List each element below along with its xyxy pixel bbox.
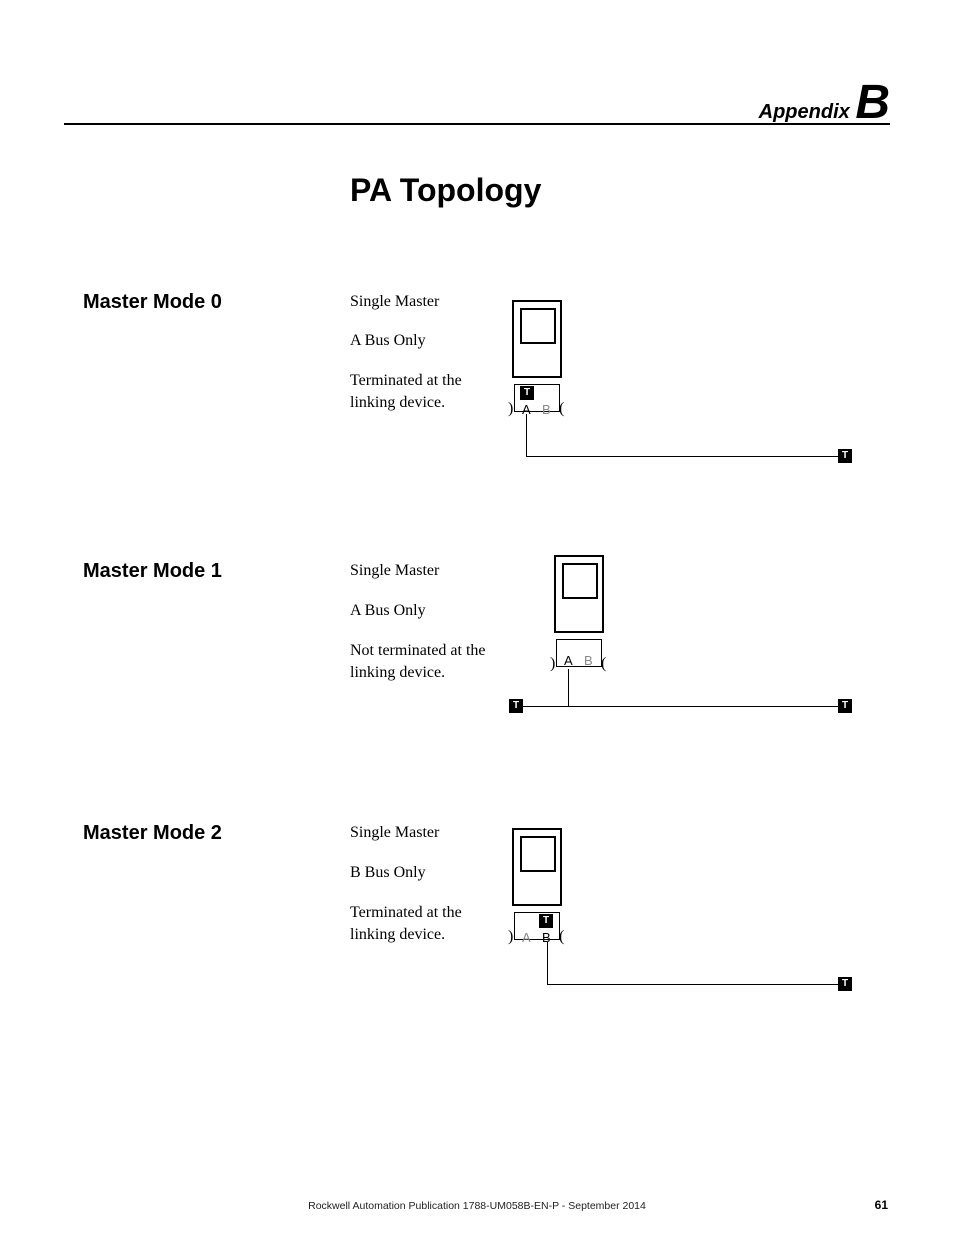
desc-mode-0-3: Terminated at the linking device. [350,370,500,413]
port-a-label: A [522,931,531,944]
port-b-label: B [542,403,551,416]
header-rule [64,123,890,125]
diagram-mode-0: ) ( A B T T [510,300,870,490]
desc-mode-2-1: Single Master [350,822,500,844]
appendix-letter: B [855,76,890,129]
terminator-icon: T [520,386,534,400]
desc-mode-1-1: Single Master [350,560,500,582]
heading-mode-1: Master Mode 1 [83,560,222,583]
appendix-word: Appendix [759,101,850,123]
desc-mode-2-2: B Bus Only [350,862,500,884]
terminator-icon: T [509,699,523,713]
desc-mode-2-3: Terminated at the linking device. [350,902,500,945]
diagram-mode-2: ) ( A B T T [510,828,870,1018]
page-title: PA Topology [350,172,541,209]
heading-mode-0: Master Mode 0 [83,291,222,314]
desc-mode-1-2: A Bus Only [350,600,500,622]
terminator-icon: T [838,977,852,991]
diagram-mode-1: ) ( A B T T [510,555,870,745]
appendix-label: Appendix B [759,75,890,130]
port-b-label: B [584,654,593,667]
footer-page-number: 61 [875,1198,888,1212]
terminator-icon: T [838,449,852,463]
terminator-icon: T [838,699,852,713]
desc-mode-0-1: Single Master [350,291,500,313]
port-a-label: A [564,654,573,667]
desc-mode-0-2: A Bus Only [350,330,500,352]
desc-mode-1-3: Not terminated at the linking device. [350,640,500,683]
footer-publication: Rockwell Automation Publication 1788-UM0… [0,1200,954,1212]
terminator-icon: T [539,914,553,928]
heading-mode-2: Master Mode 2 [83,822,222,845]
